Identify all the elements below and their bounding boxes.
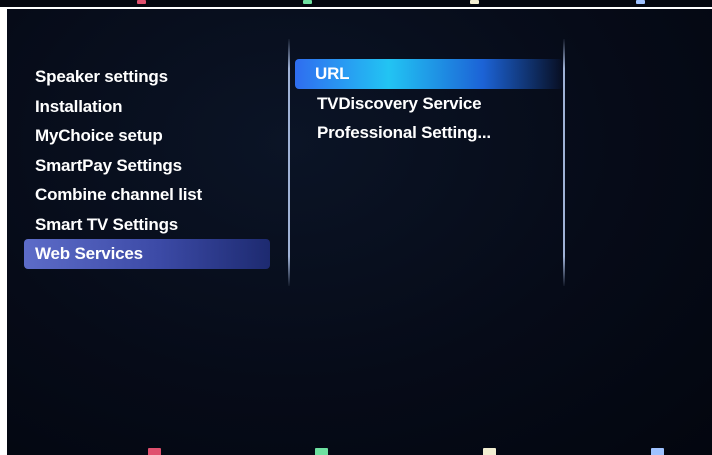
submenu-item-tvdiscovery-service[interactable]: TVDiscovery Service [295,89,565,119]
menu-item-mychoice-setup[interactable]: MyChoice setup [24,121,270,151]
menu-item-smart-tv-settings[interactable]: Smart TV Settings [24,210,270,240]
tv-settings-screen: Speaker settings Installation MyChoice s… [7,9,712,455]
menu-item-installation[interactable]: Installation [24,92,270,122]
menu-item-smartpay-settings[interactable]: SmartPay Settings [24,151,270,181]
settings-category-menu: Speaker settings Installation MyChoice s… [24,62,270,269]
web-services-submenu: URL TVDiscovery Service Professional Set… [295,59,565,148]
menu-item-speaker-settings[interactable]: Speaker settings [24,62,270,92]
top-red-key-icon [137,0,146,4]
menu-item-web-services[interactable]: Web Services [24,239,270,269]
menu-divider-right [563,39,565,286]
green-key-icon [315,448,328,455]
top-yellow-key-icon [470,0,479,4]
red-key-icon [148,448,161,455]
menu-divider-left [288,39,290,286]
top-green-key-icon [303,0,312,4]
yellow-key-icon [483,448,496,455]
submenu-item-professional-setting[interactable]: Professional Setting... [295,118,565,148]
submenu-item-url[interactable]: URL [295,59,563,89]
top-status-strip [0,0,712,7]
top-blue-key-icon [636,0,645,4]
menu-item-combine-channel-list[interactable]: Combine channel list [24,180,270,210]
blue-key-icon [651,448,664,455]
